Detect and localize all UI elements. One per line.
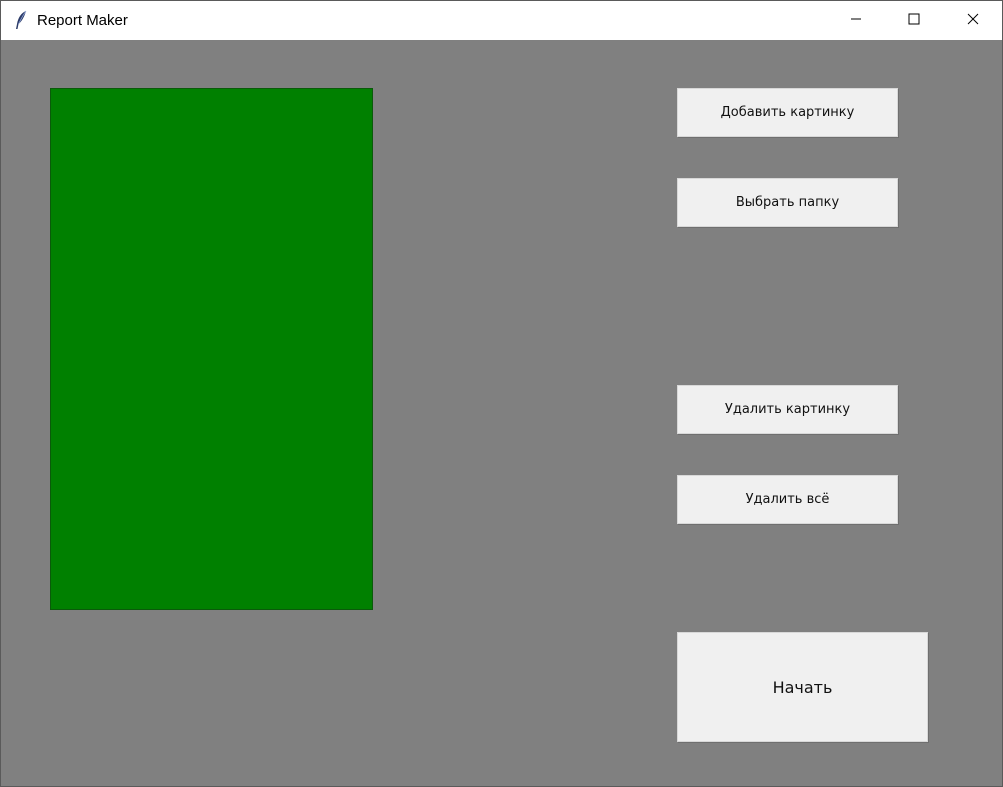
minimize-button[interactable] <box>827 1 885 40</box>
delete-image-button[interactable]: Удалить картинку <box>677 385 898 434</box>
start-button[interactable]: Начать <box>677 632 928 742</box>
app-window: Report Maker Добавить картинку Выбрать п… <box>0 0 1003 787</box>
maximize-icon <box>908 12 920 30</box>
title-bar[interactable]: Report Maker <box>1 1 1002 40</box>
add-image-button[interactable]: Добавить картинку <box>677 88 898 137</box>
feather-icon <box>13 10 31 30</box>
window-title: Report Maker <box>37 12 128 29</box>
choose-folder-button[interactable]: Выбрать папку <box>677 178 898 227</box>
image-preview-canvas[interactable] <box>50 88 373 610</box>
close-icon <box>967 12 979 30</box>
delete-all-button[interactable]: Удалить всё <box>677 475 898 524</box>
main-content: Добавить картинку Выбрать папку Удалить … <box>1 40 1002 786</box>
maximize-button[interactable] <box>885 1 943 40</box>
minimize-icon <box>850 12 862 30</box>
close-button[interactable] <box>944 1 1002 40</box>
